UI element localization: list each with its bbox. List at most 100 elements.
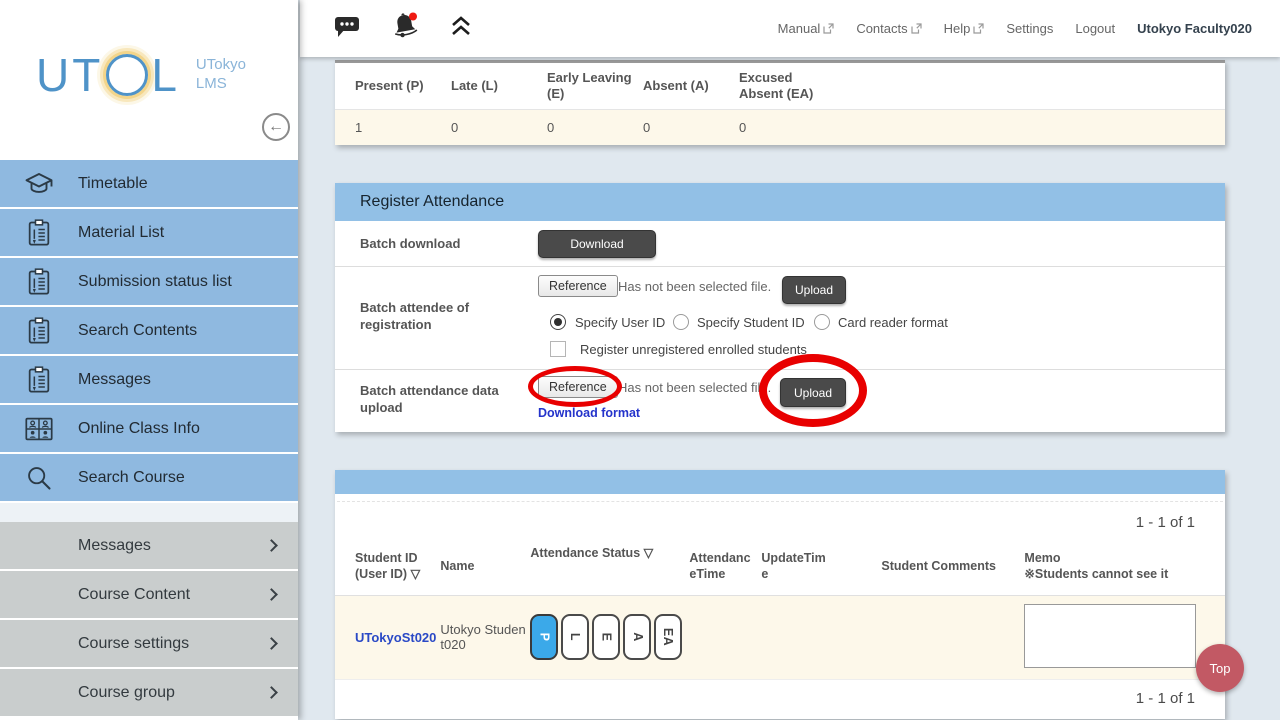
contacts-link[interactable]: Contacts bbox=[856, 21, 921, 36]
radio-label-specify-user-id: Specify User ID bbox=[575, 315, 665, 330]
utol-logo-subtitle: UTokyo LMS bbox=[196, 56, 246, 94]
status-button-label: A bbox=[630, 632, 644, 642]
settings-link[interactable]: Settings bbox=[1006, 21, 1053, 36]
sidebar-item-label: Material List bbox=[78, 224, 164, 242]
sidebar-section-divider bbox=[0, 503, 298, 522]
student-id-link[interactable]: UTokyoSt020 bbox=[355, 630, 436, 645]
radio-specify-student-id[interactable] bbox=[673, 314, 689, 330]
batch-upload-label: Batch attendance data upload bbox=[360, 383, 525, 417]
sidebar-item-search-contents[interactable]: Search Contents bbox=[0, 307, 298, 356]
attendance-status-buttons: P L E A EA bbox=[530, 614, 685, 660]
graduation-cap-icon bbox=[0, 171, 78, 197]
radio-label-card-reader-format: Card reader format bbox=[838, 315, 948, 330]
header-attendance-time: AttendanceTime bbox=[689, 537, 761, 595]
chat-icon[interactable] bbox=[332, 12, 362, 45]
summary-value-excused-absent: 0 bbox=[739, 120, 835, 135]
logout-link[interactable]: Logout bbox=[1075, 21, 1115, 36]
sidebar: UTL UTokyo LMS ← Timetable Material List… bbox=[0, 0, 298, 720]
update-time-cell bbox=[761, 595, 881, 679]
no-file-selected-text-2: Has not been selected file. bbox=[618, 380, 771, 395]
download-button[interactable]: Download bbox=[538, 230, 656, 258]
sidebar-item-timetable[interactable]: Timetable bbox=[0, 160, 298, 209]
utol-logo-text: UTL bbox=[36, 48, 180, 102]
user-name: Utokyo Faculty020 bbox=[1137, 21, 1252, 36]
reference-button-2[interactable]: Reference bbox=[538, 376, 618, 398]
top-bar: Manual Contacts Help Settings Logout Uto… bbox=[300, 0, 1280, 57]
sidebar-item-course-group[interactable]: Course group bbox=[0, 669, 298, 718]
batch-download-label: Batch download bbox=[360, 236, 525, 253]
header-memo: Memo ※Students cannot see it bbox=[1024, 537, 1225, 595]
status-button-label: P bbox=[537, 633, 551, 642]
sidebar-item-submission-status-list[interactable]: Submission status list bbox=[0, 258, 298, 307]
manual-link[interactable]: Manual bbox=[778, 21, 835, 36]
reference-button[interactable]: Reference bbox=[538, 275, 618, 297]
status-button-excused-absent[interactable]: EA bbox=[654, 614, 682, 660]
summary-header-row: Present (P) Late (L) Early Leaving (E) A… bbox=[335, 63, 1225, 110]
status-button-label: E bbox=[599, 633, 613, 642]
header-attendance-time-label: AttendanceTime bbox=[689, 550, 755, 583]
batch-download-row: Batch download Download bbox=[335, 221, 1225, 267]
sidebar-item-label: Messages bbox=[78, 371, 151, 389]
batch-attendee-registration-row: Batch attendee of registration Reference… bbox=[335, 267, 1225, 370]
sidebar-collapse-button[interactable]: ← bbox=[262, 113, 290, 141]
sidebar-item-label: Timetable bbox=[78, 175, 148, 193]
register-unregistered-label: Register unregistered enrolled students bbox=[580, 342, 807, 357]
student-id-cell: UTokyoSt020 bbox=[335, 595, 440, 679]
status-button-label: L bbox=[568, 633, 582, 641]
bell-icon[interactable] bbox=[388, 10, 422, 47]
pagination-top: 1 - 1 of 1 bbox=[335, 502, 1225, 537]
help-link[interactable]: Help bbox=[944, 21, 985, 36]
memo-textarea[interactable] bbox=[1024, 604, 1196, 668]
register-attendance-panel: Register Attendance Batch download Downl… bbox=[335, 183, 1225, 432]
header-attendance-status[interactable]: Attendance Status ▽ bbox=[530, 537, 689, 595]
batch-attendance-upload-row: Batch attendance data upload Reference H… bbox=[335, 370, 1225, 432]
summary-value-absent: 0 bbox=[643, 120, 739, 135]
online-class-icon bbox=[0, 416, 78, 442]
sidebar-item-label: Messages bbox=[78, 537, 151, 555]
settings-link-label: Settings bbox=[1006, 21, 1053, 36]
status-button-late[interactable]: L bbox=[561, 614, 589, 660]
utol-logo-o-rings bbox=[106, 54, 148, 96]
status-button-present[interactable]: P bbox=[530, 614, 558, 660]
sidebar-item-online-class-info[interactable]: Online Class Info bbox=[0, 405, 298, 454]
summary-value-present: 1 bbox=[355, 120, 451, 135]
sidebar-item-course-messages[interactable]: Messages bbox=[0, 522, 298, 571]
sidebar-item-course-content[interactable]: Course Content bbox=[0, 571, 298, 620]
summary-header-early-leaving: Early Leaving (E) bbox=[547, 70, 643, 103]
sidebar-item-search-course[interactable]: Search Course bbox=[0, 454, 298, 503]
sidebar-item-label: Online Class Info bbox=[78, 420, 200, 438]
search-icon bbox=[0, 464, 78, 492]
sidebar-item-label: Course Content bbox=[78, 586, 190, 604]
attendance-summary-table: Present (P) Late (L) Early Leaving (E) A… bbox=[335, 60, 1225, 145]
register-unregistered-checkbox[interactable] bbox=[550, 341, 566, 357]
student-table-header-bar bbox=[335, 470, 1225, 494]
memo-cell bbox=[1024, 595, 1225, 679]
header-update-time-label: UpdateTime bbox=[761, 550, 827, 583]
no-file-selected-text: Has not been selected file. bbox=[618, 279, 771, 294]
status-button-label: EA bbox=[661, 628, 675, 646]
summary-value-late: 0 bbox=[451, 120, 547, 135]
sidebar-item-messages[interactable]: Messages bbox=[0, 356, 298, 405]
sidebar-item-course-settings[interactable]: Course settings bbox=[0, 620, 298, 669]
radio-card-reader-format[interactable] bbox=[814, 314, 830, 330]
radio-specify-user-id[interactable] bbox=[550, 314, 566, 330]
download-format-link[interactable]: Download format bbox=[538, 406, 640, 420]
radio-label-specify-student-id: Specify Student ID bbox=[697, 315, 805, 330]
status-button-absent[interactable]: A bbox=[623, 614, 651, 660]
utol-logo: UTL UTokyo LMS bbox=[36, 48, 246, 102]
student-name-cell: Utokyo Student020 bbox=[440, 595, 530, 679]
manual-link-label: Manual bbox=[778, 21, 821, 36]
summary-header-late: Late (L) bbox=[451, 78, 547, 94]
double-chevron-up-icon[interactable] bbox=[448, 14, 474, 43]
sidebar-item-label: Course settings bbox=[78, 635, 189, 653]
header-student-id[interactable]: Student ID (User ID) ▽ bbox=[335, 537, 440, 595]
upload-button-2[interactable]: Upload bbox=[780, 378, 846, 407]
chevron-right-icon bbox=[265, 588, 278, 601]
status-button-early-leaving[interactable]: E bbox=[592, 614, 620, 660]
scroll-to-top-button[interactable]: Top bbox=[1196, 644, 1244, 692]
chevron-right-icon bbox=[265, 637, 278, 650]
help-link-label: Help bbox=[944, 21, 971, 36]
table-divider bbox=[337, 494, 1223, 502]
sidebar-item-material-list[interactable]: Material List bbox=[0, 209, 298, 258]
upload-button[interactable]: Upload bbox=[782, 276, 846, 304]
